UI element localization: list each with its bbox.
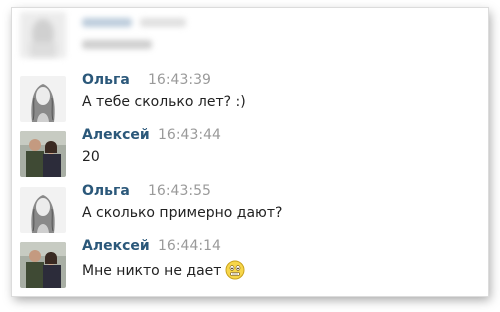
couple-photo-avatar-icon: [20, 131, 66, 177]
message-author[interactable]: Алексей: [82, 238, 150, 254]
blurred-avatar: [20, 12, 66, 58]
message-text: 20: [82, 149, 100, 165]
message-author[interactable]: Алексей: [82, 127, 150, 143]
avatar[interactable]: [20, 242, 66, 288]
chat-message: Ольга 16:43:39 А тебе сколько лет? :): [12, 66, 488, 122]
chat-message: Алексей 16:44:14 Мне никто не дает: [12, 232, 488, 288]
chat-message: Алексей 16:43:44 20: [12, 121, 488, 177]
message-author[interactable]: Ольга: [82, 183, 130, 199]
blurred-text-placeholder: [82, 40, 152, 49]
message-text: Мне никто не дает: [82, 263, 222, 279]
chat-message: Ольга 16:43:55 А сколько примерно дают?: [12, 177, 488, 233]
blurred-avatar-image: [20, 12, 66, 58]
message-text-container: Мне никто не дает: [82, 260, 245, 284]
message-time[interactable]: 16:44:14: [158, 238, 221, 254]
blurred-name-placeholder: [82, 18, 132, 27]
message-time[interactable]: 16:43:39: [148, 72, 211, 88]
avatar[interactable]: [20, 187, 66, 233]
message-text: А тебе сколько лет? :): [82, 94, 246, 110]
message-time[interactable]: 16:43:44: [158, 127, 221, 143]
blurred-previous-message: [12, 8, 488, 64]
blurred-time-placeholder: [140, 18, 186, 27]
avatar[interactable]: [20, 76, 66, 122]
message-time[interactable]: 16:43:55: [148, 183, 211, 199]
girl-sketch-avatar-icon: [20, 187, 66, 233]
message-text: А сколько примерно дают?: [82, 205, 283, 221]
couple-photo-avatar-icon: [20, 242, 66, 288]
worried-face-emoji-icon: [225, 260, 245, 284]
chat-window: Ольга 16:43:39 А тебе сколько лет? :) Ал…: [12, 8, 488, 296]
girl-sketch-avatar-icon: [20, 76, 66, 122]
avatar[interactable]: [20, 131, 66, 177]
message-author[interactable]: Ольга: [82, 72, 130, 88]
